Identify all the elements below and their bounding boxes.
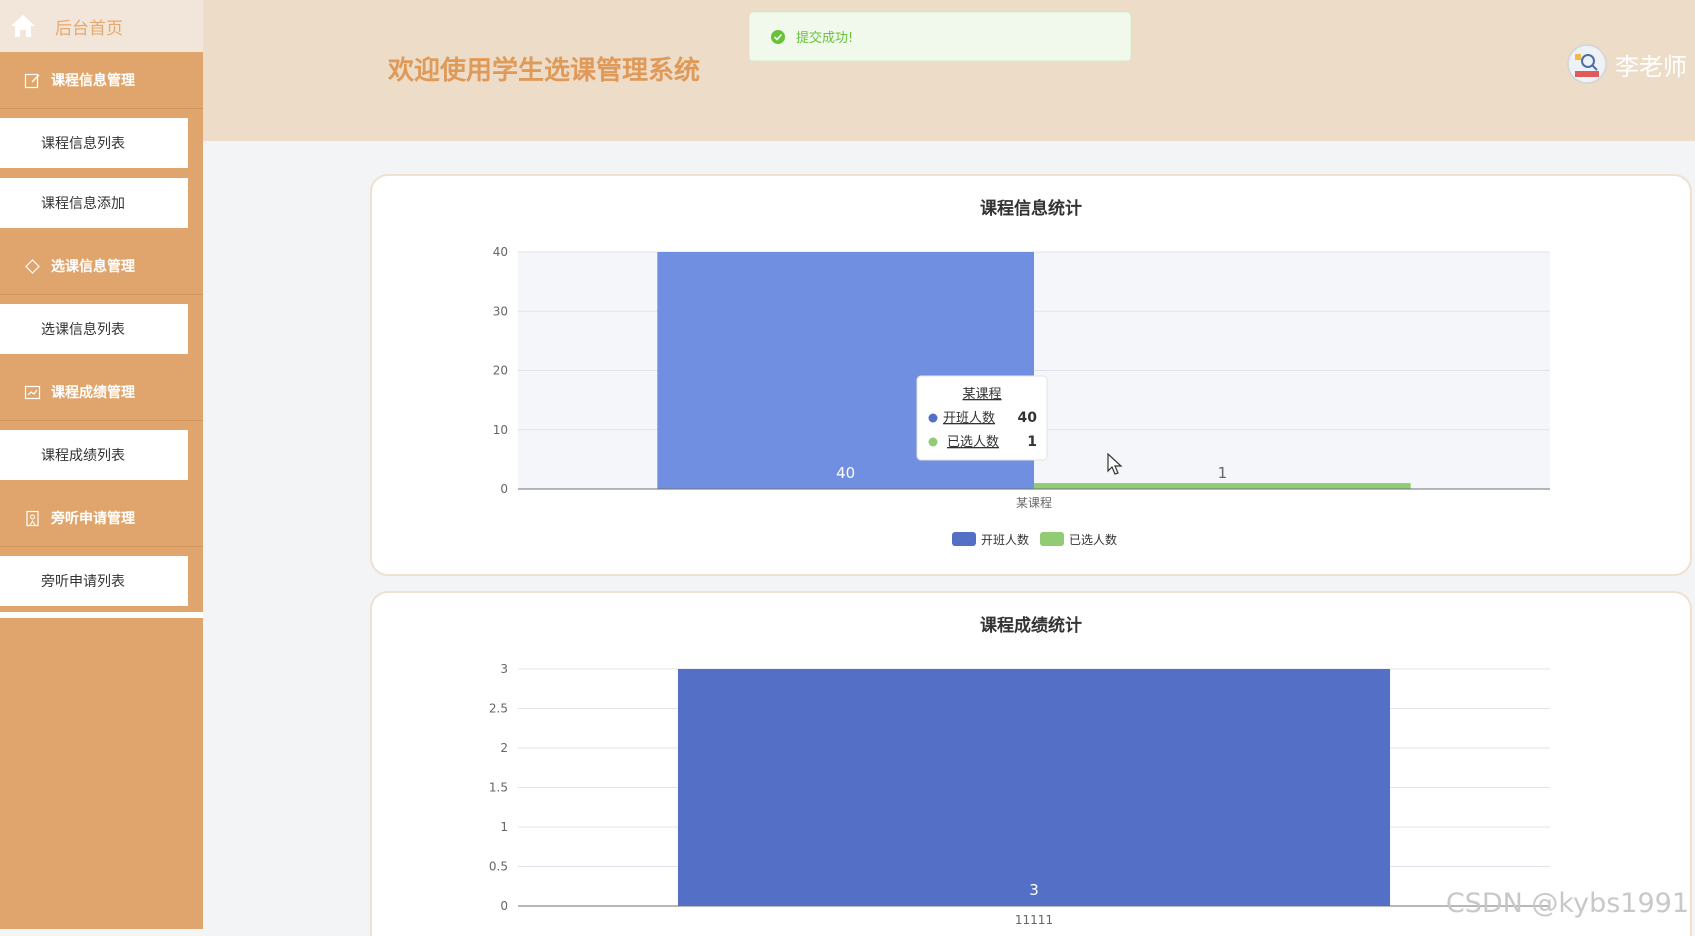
sidebar-item-course-add[interactable]: 课程信息添加 bbox=[0, 178, 188, 228]
tooltip-marker bbox=[928, 437, 938, 447]
sidebar-item-selection-list[interactable]: 选课信息列表 bbox=[0, 304, 188, 354]
tag-icon bbox=[23, 257, 41, 275]
sidebar-item-label: 选课信息列表 bbox=[41, 322, 125, 338]
y-tick-label: 2.5 bbox=[489, 702, 508, 716]
page-title: 欢迎使用学生选课管理系统 bbox=[388, 56, 701, 86]
sidebar-divider bbox=[0, 612, 203, 618]
x-tick-label: 11111 bbox=[1015, 913, 1053, 927]
y-tick-label: 20 bbox=[493, 364, 508, 378]
avatar[interactable] bbox=[1567, 44, 1607, 84]
sidebar-group-audit[interactable]: 旁听申请管理 bbox=[0, 490, 203, 547]
y-tick-label: 10 bbox=[493, 423, 508, 437]
sidebar-item-label: 课程信息列表 bbox=[41, 136, 125, 152]
toast-text: 提交成功! bbox=[796, 31, 854, 46]
tooltip-title: 某课程 bbox=[962, 387, 1001, 402]
user-menu[interactable]: 李老师 bbox=[1567, 44, 1687, 84]
legend-swatch bbox=[1040, 532, 1064, 546]
x-tick-label: 某课程 bbox=[1016, 495, 1052, 510]
sidebar-group-score[interactable]: 课程成绩管理 bbox=[0, 364, 203, 421]
success-check-icon bbox=[770, 29, 786, 45]
data-label: 40 bbox=[836, 464, 855, 482]
tooltip-series-name: 开班人数 bbox=[943, 411, 995, 426]
y-tick-label: 1 bbox=[500, 820, 508, 834]
y-tick-label: 0 bbox=[500, 899, 508, 913]
bar bbox=[1034, 483, 1411, 489]
sidebar-group-label: 选课信息管理 bbox=[51, 259, 135, 275]
sidebar-item-label: 课程成绩列表 bbox=[41, 448, 125, 464]
legend-label: 开班人数 bbox=[981, 532, 1029, 547]
sidebar-group-label: 旁听申请管理 bbox=[51, 511, 135, 527]
sidebar: 后台首页 课程信息管理 课程信息列表 课程信息添加 选课信息管理 选课信息列表 … bbox=[0, 0, 203, 929]
tooltip-marker bbox=[928, 413, 938, 423]
sidebar-home[interactable]: 后台首页 bbox=[0, 0, 203, 52]
chart-course-info: 01020304040 1某课程开班人数 已选人数某课程开班人数 40已选人数 1 bbox=[493, 245, 1550, 547]
edit-icon bbox=[23, 71, 41, 89]
y-tick-label: 0.5 bbox=[489, 860, 508, 874]
home-icon bbox=[8, 11, 38, 41]
tooltip-value: 40 bbox=[1018, 410, 1038, 426]
legend-label: 已选人数 bbox=[1069, 532, 1117, 547]
sidebar-item-label: 课程信息添加 bbox=[41, 196, 125, 212]
chart-card-course-info: 课程信息统计 0 10 20 30 40 40 1 某课程 开班人数 已选人数 某课程 开班人数 40 已… bbox=[370, 174, 1692, 576]
sidebar-item-course-list[interactable]: 课程信息列表 bbox=[0, 118, 188, 168]
tooltip-series-name: 已选人数 bbox=[947, 435, 999, 450]
chart-score: 0 0.5 1 1.5 2 2.5 3 3 11111 bbox=[489, 662, 1550, 927]
y-tick-label: 1.5 bbox=[489, 781, 508, 795]
sidebar-item-audit-list[interactable]: 旁听申请列表 bbox=[0, 556, 188, 606]
y-tick-label: 30 bbox=[493, 304, 508, 318]
y-tick-label: 3 bbox=[500, 662, 508, 676]
data-label: 1 bbox=[1218, 464, 1228, 482]
sidebar-group-label: 课程信息管理 bbox=[51, 73, 135, 89]
home-label: 后台首页 bbox=[55, 18, 123, 39]
success-toast: 提交成功! bbox=[749, 12, 1131, 61]
doc-icon bbox=[23, 509, 41, 527]
y-tick-label: 0 bbox=[500, 482, 508, 496]
y-tick-label: 2 bbox=[500, 741, 508, 755]
avatar-image bbox=[1569, 46, 1605, 82]
y-tick-label: 40 bbox=[493, 245, 508, 259]
user-name: 李老师 bbox=[1615, 52, 1687, 81]
tooltip-value: 1 bbox=[1027, 434, 1037, 450]
data-label: 3 bbox=[1029, 881, 1039, 899]
bar bbox=[677, 669, 1391, 906]
sidebar-group-label: 课程成绩管理 bbox=[51, 385, 135, 401]
chart-card-score: 课程成绩统计 0 0.5 1 1.5 2 2.5 3 3 11111 bbox=[370, 591, 1692, 936]
sidebar-group-selection-info[interactable]: 选课信息管理 bbox=[0, 238, 203, 295]
sidebar-item-label: 旁听申请列表 bbox=[41, 574, 125, 590]
chart-icon bbox=[23, 383, 41, 401]
legend-swatch bbox=[952, 532, 976, 546]
sidebar-group-course-info[interactable]: 课程信息管理 bbox=[0, 52, 203, 109]
sidebar-item-score-list[interactable]: 课程成绩列表 bbox=[0, 430, 188, 480]
mouse-cursor-icon bbox=[1107, 453, 1123, 475]
watermark: CSDN @kybs1991 bbox=[1445, 888, 1689, 919]
